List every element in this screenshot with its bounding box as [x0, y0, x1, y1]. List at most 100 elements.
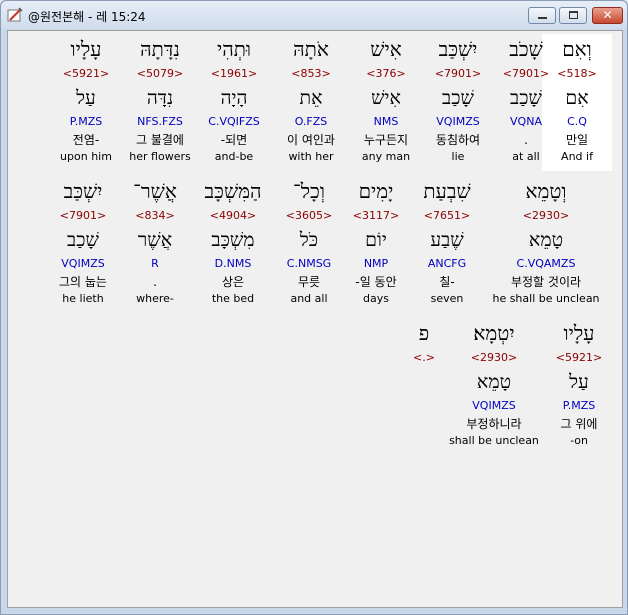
hebrew-word: שָׁכֹב	[509, 37, 543, 61]
strong-number: <5921>	[62, 67, 110, 80]
korean-gloss: 그 위에	[560, 417, 598, 431]
hebrew-word: אֹתָהּ	[293, 37, 329, 61]
hebrew-lemma: אֲשֶׁר	[137, 229, 173, 251]
hebrew-lemma: כֹּל	[299, 229, 319, 251]
word-block[interactable]: שָׁכֹב <7901> שָׁכַב VQNA . at all	[491, 34, 561, 165]
english-gloss: he lieth	[62, 292, 104, 305]
hebrew-word: יָמִים	[358, 179, 394, 203]
word-block[interactable]: יִשְׁכַּב <7901> שָׁכַב VQIMZS 동침하여 lie	[421, 34, 495, 165]
word-block[interactable]: נִדָּתָהּ <5079> נִדָּה NFS.FZS 그 불결에 he…	[122, 34, 198, 165]
hebrew-word: יִשְׁכַּב	[63, 179, 103, 203]
word-block[interactable]: יִטְמָא׃ <2930> טָמֵא VQIMZS 부정하니라 shall…	[444, 318, 544, 449]
morphology-code: NMP	[363, 257, 389, 270]
english-gloss: and all	[290, 292, 328, 305]
morphology-code: C.VQAMZS	[516, 257, 576, 270]
word-block[interactable]: וְטָמֵא <2930> טָמֵא C.VQAMZS 부정할 것이라 he…	[480, 176, 612, 307]
word-block[interactable]: יִשְׁכַּב <7901> שָׁכַב VQIMZS 그의 눕는 he …	[47, 176, 119, 307]
strong-number: <7901>	[434, 67, 482, 80]
hebrew-lemma: אִישׁ	[371, 87, 401, 109]
hebrew-word: וְכָל־	[293, 179, 325, 203]
word-block[interactable]: עָלָיו <5921> עַל P.MZS 그 위에 -on	[544, 318, 614, 449]
word-block[interactable]: אִישׁ <376> אִישׁ NMS 누구든지 any man	[350, 34, 422, 165]
strong-number: <2930>	[470, 351, 518, 364]
english-gloss: he shall be unclean	[492, 292, 600, 305]
hebrew-word: וּתְהִי	[216, 37, 252, 61]
minimize-button[interactable]	[528, 7, 556, 24]
hebrew-lemma: יוֹם	[365, 229, 387, 251]
english-gloss: and-be	[214, 150, 254, 163]
hebrew-word: יִשְׁכַּב	[438, 37, 478, 61]
hebrew-word: וְטָמֵא	[525, 179, 567, 203]
english-gloss: her flowers	[129, 150, 191, 163]
korean-gloss: 이 여인과	[287, 133, 335, 147]
strong-number: <.>	[413, 351, 435, 364]
hebrew-word: אִישׁ	[370, 37, 402, 61]
minimize-icon	[538, 17, 547, 19]
morphology-code: P.MZS	[562, 399, 596, 412]
korean-gloss: 무릇	[297, 275, 321, 289]
close-icon: ✕	[602, 8, 613, 22]
strong-number: <834>	[135, 209, 175, 222]
english-gloss: where-	[136, 292, 174, 305]
strong-number: <1961>	[210, 67, 258, 80]
hebrew-word: שִׁבְעַת	[423, 179, 471, 203]
interlinear-panel[interactable]: וְאִם <518> אִם C.Q 만일 And if שָׁכֹב <79…	[7, 30, 623, 608]
morphology-code: O.FZS	[294, 115, 328, 128]
hebrew-lemma: שָׁכַב	[67, 229, 99, 251]
english-gloss: upon him	[60, 150, 112, 163]
strong-number: <4904>	[209, 209, 257, 222]
word-block[interactable]: שִׁבְעַת <7651> שֶׁבַע ANCFG 칠- seven	[412, 176, 482, 307]
hebrew-lemma: שָׁכַב	[442, 87, 474, 109]
korean-gloss: 전염-	[72, 133, 100, 147]
word-block[interactable]: עָלָיו <5921> עַל P.MZS 전염- upon him	[53, 34, 119, 165]
morphology-code: C.NMSG	[286, 257, 332, 270]
korean-gloss: .	[524, 133, 528, 147]
korean-gloss: 부정하니라	[466, 417, 522, 431]
korean-gloss: 동침하여	[435, 133, 481, 147]
strong-number: <3117>	[352, 209, 400, 222]
english-gloss: shall be unclean	[449, 434, 539, 447]
morphology-code: R	[151, 257, 159, 270]
word-block[interactable]: פ <.>	[404, 318, 444, 367]
close-button[interactable]: ✕	[592, 7, 623, 24]
strong-number: <5921>	[555, 351, 603, 364]
english-gloss: at all	[512, 150, 540, 163]
korean-gloss: -되면	[220, 133, 248, 147]
english-gloss: lie	[451, 150, 465, 163]
word-block[interactable]: יָמִים <3117> יוֹם NMP -일 동안 days	[341, 176, 411, 307]
korean-gloss: 부정할 것이라	[510, 275, 582, 289]
maximize-button[interactable]	[559, 7, 587, 24]
word-block[interactable]: אֹתָהּ <853> אֵת O.FZS 이 여인과 with her	[273, 34, 349, 165]
korean-gloss: 상은	[221, 275, 245, 289]
hebrew-lemma: שָׁכַב	[510, 87, 542, 109]
hebrew-lemma: טָמֵא	[476, 371, 512, 393]
word-block[interactable]: אֲשֶׁר־ <834> אֲשֶׁר R . where-	[122, 176, 188, 307]
morphology-code: P.MZS	[69, 115, 103, 128]
morphology-code: ANCFG	[427, 257, 467, 270]
hebrew-lemma: עַל	[569, 371, 589, 393]
strong-number: <853>	[291, 67, 331, 80]
strong-number: <7901>	[502, 67, 550, 80]
hebrew-lemma: אֵת	[299, 87, 323, 109]
hebrew-word: פ	[418, 321, 430, 345]
korean-gloss: 누구든지	[363, 133, 409, 147]
korean-gloss: 그의 눕는	[59, 275, 107, 289]
app-icon	[7, 7, 23, 22]
hebrew-word: נִדָּתָהּ	[140, 37, 180, 61]
hebrew-lemma: שֶׁבַע	[430, 229, 464, 251]
word-block[interactable]: הַמִּשְׁכָּב <4904> מִשְׁכָּב D.NMS 상은 t…	[193, 176, 273, 307]
word-block[interactable]: וְכָל־ <3605> כֹּל C.NMSG 무릇 and all	[273, 176, 345, 307]
strong-number: <7901>	[59, 209, 107, 222]
hebrew-word: עָלָיו	[70, 37, 102, 61]
morphology-code: D.NMS	[214, 257, 252, 270]
hebrew-lemma: עַל	[76, 87, 96, 109]
word-block[interactable]: וּתְהִי <1961> הָיָה C.VQIFZS -되면 and-be	[198, 34, 270, 165]
hebrew-lemma: מִשְׁכָּב	[211, 229, 255, 251]
english-gloss: seven	[430, 292, 464, 305]
title-bar[interactable]: @원전본해 - 레 15:24 ✕	[1, 1, 627, 29]
morphology-code: VQIMZS	[436, 115, 480, 128]
hebrew-lemma: הָיָה	[220, 87, 248, 109]
strong-number: <7651>	[423, 209, 471, 222]
app-window: @원전본해 - 레 15:24 ✕ וְאִם <518> אִם C.Q 만일…	[0, 0, 628, 615]
english-gloss: the bed	[211, 292, 255, 305]
